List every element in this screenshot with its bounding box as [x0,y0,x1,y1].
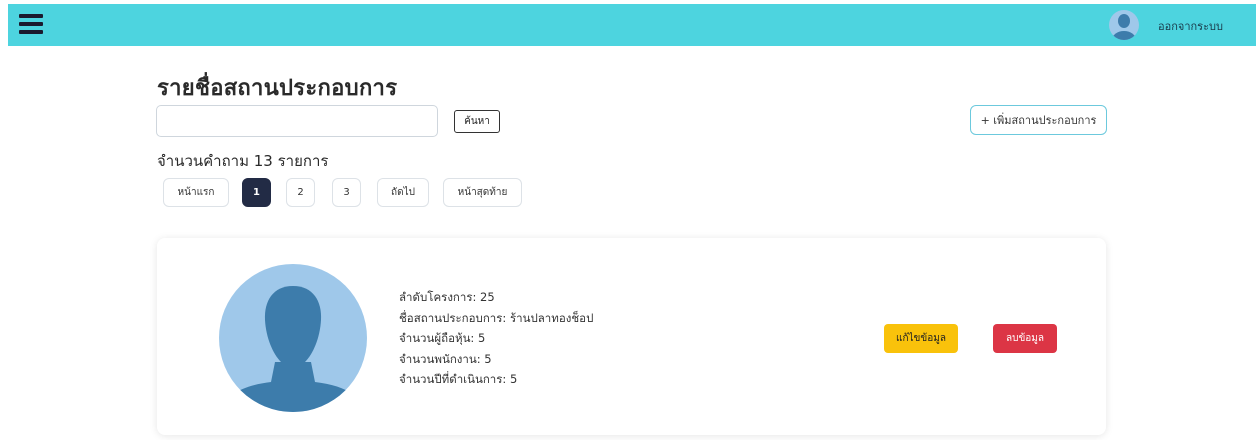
project-order: ลำดับโครงการ: 25 [399,290,495,304]
search-input[interactable] [156,105,438,137]
person-placeholder-icon [219,264,367,412]
delete-button[interactable]: ลบข้อมูล [993,324,1057,353]
result-count: จำนวนคำถาม 13 รายการ [157,152,329,170]
hamburger-menu-icon[interactable] [19,14,43,34]
shareholder-count: จำนวนผู้ถือหุ้น: 5 [399,331,486,345]
add-business-button[interactable]: + เพิ่มสถานประกอบการ [970,105,1107,135]
page-title: รายชื่อสถานประกอบการ [157,76,398,101]
pagination-page-3[interactable]: 3 [332,178,361,207]
pagination-first[interactable]: หน้าแรก [163,178,229,207]
business-name: ชื่อสถานประกอบการ: ร้านปลาทองช็อป [399,310,594,325]
employee-count: จำนวนพนักงาน: 5 [399,351,492,366]
top-navbar: ออกจากระบบ [8,4,1256,46]
edit-button[interactable]: แก้ไขข้อมูล [884,324,958,353]
pagination-last[interactable]: หน้าสุดท้าย [443,178,522,207]
business-card: ลำดับโครงการ: 25 ชื่อสถานประกอบการ: ร้าน… [157,238,1106,435]
pagination-page-2[interactable]: 2 [286,178,315,207]
business-details: ลำดับโครงการ: 25 ชื่อสถานประกอบการ: ร้าน… [399,287,593,390]
pagination-next[interactable]: ถัดไป [377,178,429,207]
pagination-page-1[interactable]: 1 [242,178,271,207]
years-in-operation: จำนวนปีที่ดำเนินการ: 5 [399,372,518,386]
logout-link[interactable]: ออกจากระบบ [1158,17,1223,35]
search-button[interactable]: ค้นหา [454,110,500,133]
user-avatar-icon[interactable] [1109,10,1139,40]
